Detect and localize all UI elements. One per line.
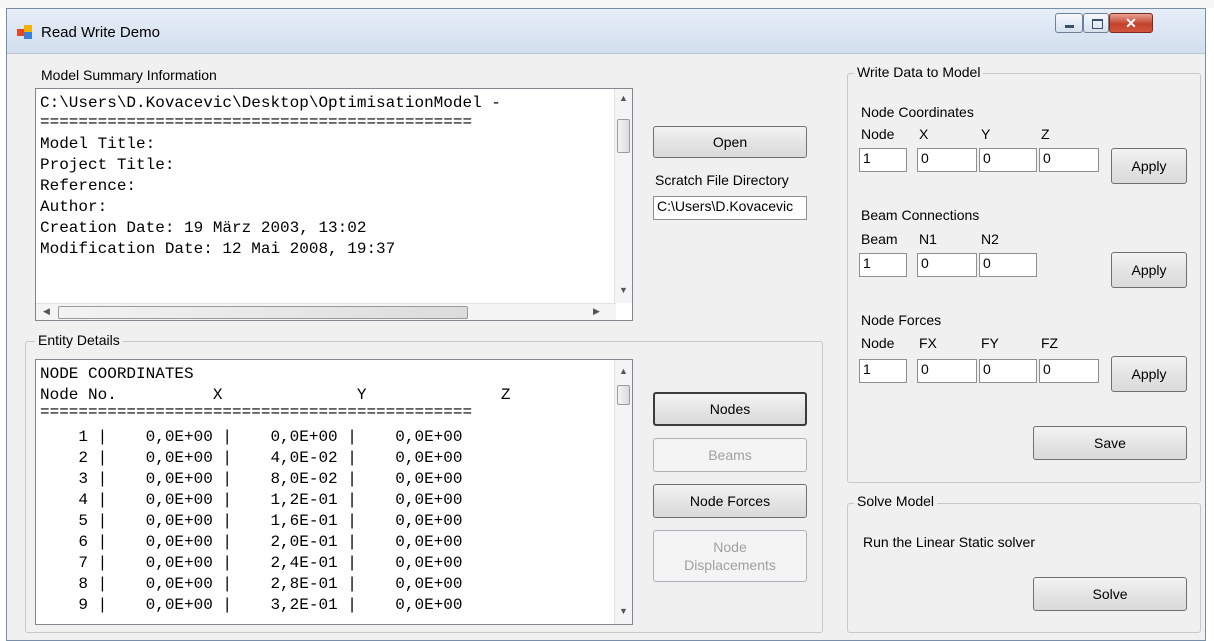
- minimize-button[interactable]: [1055, 13, 1083, 33]
- scroll-up-icon[interactable]: ▲: [615, 366, 632, 376]
- entity-line: 5 | 0,0E+00 | 1,6E-01 | 0,0E+00: [40, 512, 463, 530]
- entity-vertical-scrollbar[interactable]: ▲ ▼: [614, 360, 632, 624]
- node-coords-z-input[interactable]: 0: [1039, 148, 1099, 172]
- beam-connections-title: Beam Connections: [861, 207, 980, 223]
- entity-line: 3 | 0,0E+00 | 8,0E-02 | 0,0E+00: [40, 470, 463, 488]
- beam-header-beam: Beam: [861, 231, 898, 247]
- summary-line: Project Title:: [40, 156, 175, 174]
- main-window: Read Write Demo ✕ Model Summary Informat…: [6, 8, 1206, 641]
- beams-button[interactable]: Beams: [653, 438, 807, 472]
- summary-line: Author:: [40, 198, 108, 216]
- beam-header-n2: N2: [981, 231, 999, 247]
- forces-header-fz: FZ: [1041, 335, 1059, 351]
- scratch-directory-input[interactable]: C:\Users\D.Kovacevic: [653, 196, 807, 220]
- node-coords-header-x: X: [919, 126, 929, 142]
- forces-apply-button[interactable]: Apply: [1111, 356, 1187, 392]
- open-button[interactable]: Open: [653, 126, 807, 158]
- node-coords-apply-button[interactable]: Apply: [1111, 148, 1187, 184]
- forces-fx-input[interactable]: 0: [917, 359, 977, 383]
- forces-node-input[interactable]: 1: [859, 359, 907, 383]
- node-displacements-button[interactable]: Node Displacements: [653, 530, 807, 582]
- forces-header-node: Node: [861, 335, 895, 351]
- forces-fy-input[interactable]: 0: [979, 359, 1037, 383]
- scroll-up-icon[interactable]: ▲: [615, 93, 632, 103]
- beam-apply-button[interactable]: Apply: [1111, 252, 1187, 288]
- summary-line: Reference:: [40, 177, 137, 195]
- write-data-label: Write Data to Model: [854, 64, 984, 80]
- entity-line: 1 | 0,0E+00 | 0,0E+00 | 0,0E+00: [40, 428, 463, 446]
- entity-line: 6 | 0,0E+00 | 2,0E-01 | 0,0E+00: [40, 533, 463, 551]
- beam-n2-input[interactable]: 0: [979, 253, 1037, 277]
- solve-button[interactable]: Solve: [1033, 577, 1187, 611]
- beam-n1-input[interactable]: 0: [917, 253, 977, 277]
- node-forces-title: Node Forces: [861, 312, 942, 328]
- summary-vertical-scrollbar[interactable]: ▲ ▼: [614, 89, 632, 303]
- entity-line: ========================================…: [40, 403, 473, 421]
- scroll-down-icon[interactable]: ▼: [615, 285, 632, 295]
- beam-header-n1: N1: [919, 231, 937, 247]
- close-button[interactable]: ✕: [1109, 13, 1153, 33]
- save-button[interactable]: Save: [1033, 426, 1187, 460]
- node-displacements-label-2: Displacements: [684, 557, 776, 573]
- summary-line: C:\Users\D.Kovacevic\Desktop\Optimisatio…: [40, 94, 501, 112]
- entity-line: 2 | 0,0E+00 | 4,0E-02 | 0,0E+00: [40, 449, 463, 467]
- scroll-thumb[interactable]: [617, 385, 630, 405]
- node-coords-header-node: Node: [861, 126, 895, 142]
- entity-line: NODE COORDINATES: [40, 365, 194, 383]
- nodes-button[interactable]: Nodes: [653, 392, 807, 426]
- solve-description: Run the Linear Static solver: [863, 534, 1035, 550]
- node-displacements-label-1: Node: [713, 539, 747, 555]
- beam-input[interactable]: 1: [859, 253, 907, 277]
- node-coords-header-y: Y: [981, 126, 991, 142]
- entity-line: 7 | 0,0E+00 | 2,4E-01 | 0,0E+00: [40, 554, 463, 572]
- maximize-button[interactable]: [1083, 13, 1109, 33]
- node-coords-x-input[interactable]: 0: [917, 148, 977, 172]
- entity-line: 9 | 0,0E+00 | 3,2E-01 | 0,0E+00: [40, 596, 463, 614]
- entity-line: 8 | 0,0E+00 | 2,8E-01 | 0,0E+00: [40, 575, 463, 593]
- node-coords-header-z: Z: [1041, 126, 1050, 142]
- scroll-left-icon[interactable]: ◀: [38, 306, 55, 317]
- window-title: Read Write Demo: [41, 24, 160, 41]
- forces-header-fx: FX: [919, 335, 937, 351]
- scroll-thumb[interactable]: [617, 119, 630, 153]
- app-icon: [17, 25, 32, 39]
- forces-header-fy: FY: [981, 335, 999, 351]
- entity-line: 4 | 0,0E+00 | 1,2E-01 | 0,0E+00: [40, 491, 463, 509]
- summary-line: Modification Date: 12 Mai 2008, 19:37: [40, 240, 396, 258]
- solve-model-group: [847, 503, 1201, 633]
- scroll-thumb[interactable]: [58, 306, 468, 319]
- entity-details-label: Entity Details: [35, 332, 123, 348]
- entity-textbox[interactable]: NODE COORDINATES Node No. X Y Z ========…: [35, 359, 633, 625]
- node-coords-node-input[interactable]: 1: [859, 148, 907, 172]
- summary-horizontal-scrollbar[interactable]: ◀ ▶: [36, 303, 616, 320]
- title-bar: Read Write Demo ✕: [7, 9, 1205, 54]
- summary-line: ========================================…: [40, 113, 473, 131]
- summary-textbox[interactable]: C:\Users\D.Kovacevic\Desktop\Optimisatio…: [35, 88, 633, 321]
- forces-fz-input[interactable]: 0: [1039, 359, 1099, 383]
- node-coords-y-input[interactable]: 0: [979, 148, 1037, 172]
- summary-line: Creation Date: 19 März 2003, 13:02: [40, 219, 367, 237]
- desktop-strip: [0, 0, 1214, 8]
- node-coordinates-title: Node Coordinates: [861, 104, 974, 120]
- solve-model-label: Solve Model: [854, 493, 938, 509]
- scroll-right-icon[interactable]: ▶: [588, 306, 605, 317]
- close-icon: ✕: [1125, 15, 1137, 31]
- summary-label: Model Summary Information: [41, 67, 217, 83]
- scroll-down-icon[interactable]: ▼: [615, 606, 632, 616]
- node-forces-button[interactable]: Node Forces: [653, 484, 807, 518]
- scratch-label: Scratch File Directory: [655, 172, 789, 188]
- summary-line: Model Title:: [40, 135, 156, 153]
